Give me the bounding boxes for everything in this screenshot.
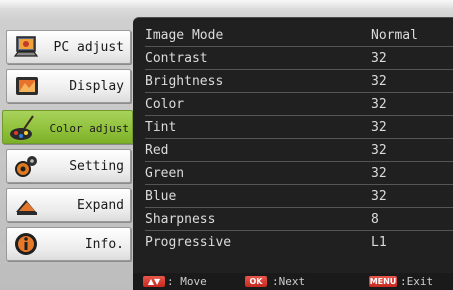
move-key-icon: ▲▼ [143, 276, 165, 287]
row-name: Sharpness [145, 212, 216, 227]
menu-row-image-mode[interactable]: Image Mode Normal [145, 24, 453, 47]
sidebar-item-expand[interactable]: Expand [6, 188, 131, 222]
row-value: 8 [371, 212, 379, 227]
sidebar-item-label: PC adjust [53, 40, 124, 55]
menu-row-sharpness[interactable]: Sharpness 8 [145, 208, 453, 231]
color-adjust-icon [9, 114, 37, 142]
menu-row-red[interactable]: Red 32 [145, 139, 453, 162]
sidebar: PC adjust Display Color adjust Setting E… [0, 0, 133, 290]
menu-row-green[interactable]: Green 32 [145, 162, 453, 185]
row-name: Red [145, 143, 169, 158]
setting-icon [13, 153, 41, 181]
row-value: 32 [371, 189, 387, 204]
color-adjust-panel: Image Mode Normal Contrast 32 Brightness… [133, 17, 453, 274]
pc-adjust-icon [13, 34, 41, 62]
sidebar-item-display[interactable]: Display [6, 69, 131, 103]
sidebar-item-label: Info. [84, 237, 124, 252]
row-name: Image Mode [145, 28, 224, 43]
sidebar-item-info[interactable]: Info. [6, 227, 131, 261]
row-value: Normal [371, 28, 418, 43]
row-name: Tint [145, 120, 177, 135]
row-name: Contrast [145, 51, 208, 66]
sidebar-item-label: Display [69, 79, 124, 94]
row-value: L1 [371, 235, 387, 250]
row-value: 32 [371, 120, 387, 135]
menu-row-contrast[interactable]: Contrast 32 [145, 47, 453, 70]
menu-row-progressive[interactable]: Progressive L1 [145, 231, 453, 253]
sidebar-item-label: Color adjust [49, 122, 129, 135]
menu-row-brightness[interactable]: Brightness 32 [145, 70, 453, 93]
row-value: 32 [371, 143, 387, 158]
menu-row-tint[interactable]: Tint 32 [145, 116, 453, 139]
sidebar-item-label: Expand [77, 198, 124, 213]
next-hint: :Next [272, 275, 306, 288]
row-value: 32 [371, 74, 387, 89]
ok-key-icon: OK [245, 276, 267, 287]
sidebar-item-color-adjust[interactable]: Color adjust [2, 110, 133, 144]
sidebar-item-pc-adjust[interactable]: PC adjust [6, 30, 131, 64]
exit-hint: :Exit [400, 275, 434, 288]
sidebar-item-label: Setting [69, 159, 124, 174]
menu-row-color[interactable]: Color 32 [145, 93, 453, 116]
row-value: 32 [371, 97, 387, 112]
menu-key-icon: MENU [369, 276, 397, 287]
row-name: Blue [145, 189, 177, 204]
row-name: Color [145, 97, 185, 112]
menu-row-blue[interactable]: Blue 32 [145, 185, 453, 208]
row-name: Brightness [145, 74, 224, 89]
footer-hints: ▲▼ : Move OK :Next MENU :Exit [133, 273, 453, 290]
display-icon [13, 73, 41, 101]
row-name: Progressive [145, 235, 232, 250]
expand-icon [13, 192, 41, 220]
info-icon [13, 231, 41, 259]
row-value: 32 [371, 166, 387, 181]
move-hint: : Move [167, 275, 207, 288]
row-name: Green [145, 166, 185, 181]
sidebar-item-setting[interactable]: Setting [6, 149, 131, 183]
row-value: 32 [371, 51, 387, 66]
